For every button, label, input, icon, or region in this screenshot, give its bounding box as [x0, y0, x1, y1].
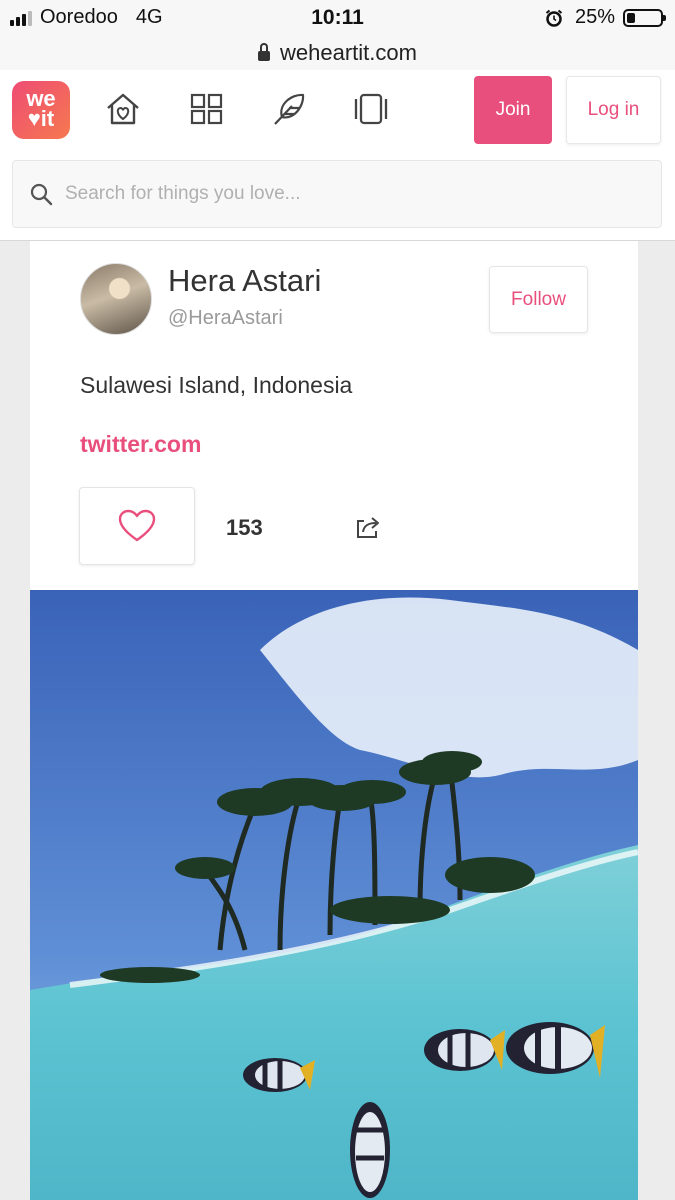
status-right: 25% — [545, 6, 666, 29]
lock-icon — [258, 43, 271, 61]
heart-icon — [118, 509, 156, 542]
profile-name[interactable]: Hera Astari — [168, 263, 321, 299]
post-image[interactable] — [30, 590, 638, 1200]
battery-icon — [623, 8, 666, 27]
address-bar[interactable]: weheartit.com — [0, 36, 675, 70]
profile-location: Sulawesi Island, Indonesia — [80, 372, 353, 398]
battery-percent: 25% — [574, 6, 615, 28]
profile-card: Hera Astari @HeraAstari Follow Sulawesi … — [30, 241, 638, 590]
page-url: weheartit.com — [280, 40, 417, 65]
search-box[interactable] — [12, 160, 662, 228]
home-heart-icon[interactable] — [104, 90, 142, 128]
collections-icon[interactable] — [352, 90, 390, 128]
alarm-icon — [545, 9, 563, 27]
weheartit-logo[interactable]: we ♥it — [12, 81, 70, 139]
search-section — [0, 154, 675, 241]
logo-text-it: ♥it — [27, 106, 55, 131]
grid-icon[interactable] — [188, 90, 226, 128]
feather-icon[interactable] — [270, 90, 308, 128]
share-icon[interactable] — [354, 513, 382, 541]
search-icon — [30, 183, 53, 206]
status-bar: Ooredoo 4G 10:11 25% — [0, 0, 675, 36]
profile-handle[interactable]: @HeraAstari — [168, 307, 283, 330]
login-button[interactable]: Log in — [566, 76, 661, 144]
profile-link[interactable]: twitter.com — [80, 431, 201, 458]
like-count: 153 — [226, 515, 263, 540]
avatar[interactable] — [80, 263, 152, 335]
join-button[interactable]: Join — [474, 76, 552, 144]
follow-button[interactable]: Follow — [489, 266, 588, 333]
search-input[interactable] — [63, 182, 627, 206]
top-navigation: we ♥it Join Log in — [0, 70, 675, 154]
like-button[interactable] — [79, 487, 195, 565]
battery-level — [627, 12, 635, 23]
